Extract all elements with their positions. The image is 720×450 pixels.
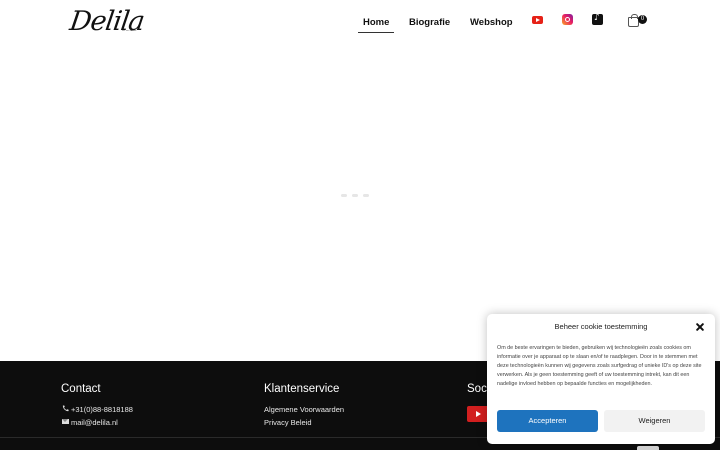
loading-indicator xyxy=(341,193,371,199)
mail-icon xyxy=(62,419,69,424)
footer-social-title: Soc xyxy=(467,383,487,395)
footer-link-privacy[interactable]: Privacy Beleid xyxy=(264,418,312,427)
close-icon[interactable] xyxy=(695,322,705,332)
loader-dot xyxy=(352,194,358,197)
accept-cookies-button[interactable]: Accepteren xyxy=(497,410,598,432)
footer-link-voorwaarden[interactable]: Algemene Voorwaarden xyxy=(264,405,344,414)
footer-service-title: Klantenservice xyxy=(264,383,340,395)
loader-dot xyxy=(341,194,347,197)
tiktok-icon[interactable] xyxy=(592,13,603,25)
nav-item-webshop[interactable]: Webshop xyxy=(470,17,513,28)
site-header: Delila ──── Home Biografie Webshop 0 xyxy=(0,0,720,46)
cookie-title: Beheer cookie toestemming xyxy=(554,322,648,331)
nav-item-home[interactable]: Home xyxy=(357,17,395,33)
site-logo[interactable]: Delila ──── xyxy=(68,6,154,40)
youtube-icon[interactable] xyxy=(532,16,543,24)
cookie-manage-tab[interactable] xyxy=(637,446,659,450)
logo-subtext: ──── xyxy=(122,28,138,33)
footer-phone[interactable]: +31(0)88-8818188 xyxy=(71,405,133,414)
phone-icon xyxy=(62,405,69,412)
youtube-icon[interactable] xyxy=(467,406,489,422)
footer-email[interactable]: mail@delila.nl xyxy=(71,418,118,427)
cart-count-badge: 0 xyxy=(638,15,647,24)
cookie-consent-dialog: Beheer cookie toestemming Om de beste er… xyxy=(487,314,715,444)
page: Delila ──── Home Biografie Webshop 0 Con… xyxy=(0,0,720,450)
deny-cookies-button[interactable]: Weigeren xyxy=(604,410,705,432)
loader-dot xyxy=(363,194,369,197)
footer-contact-title: Contact xyxy=(61,383,101,395)
nav-item-biografie[interactable]: Biografie xyxy=(409,17,450,28)
instagram-icon[interactable] xyxy=(562,14,573,25)
cookie-description: Om de beste ervaringen te bieden, gebrui… xyxy=(497,345,702,387)
